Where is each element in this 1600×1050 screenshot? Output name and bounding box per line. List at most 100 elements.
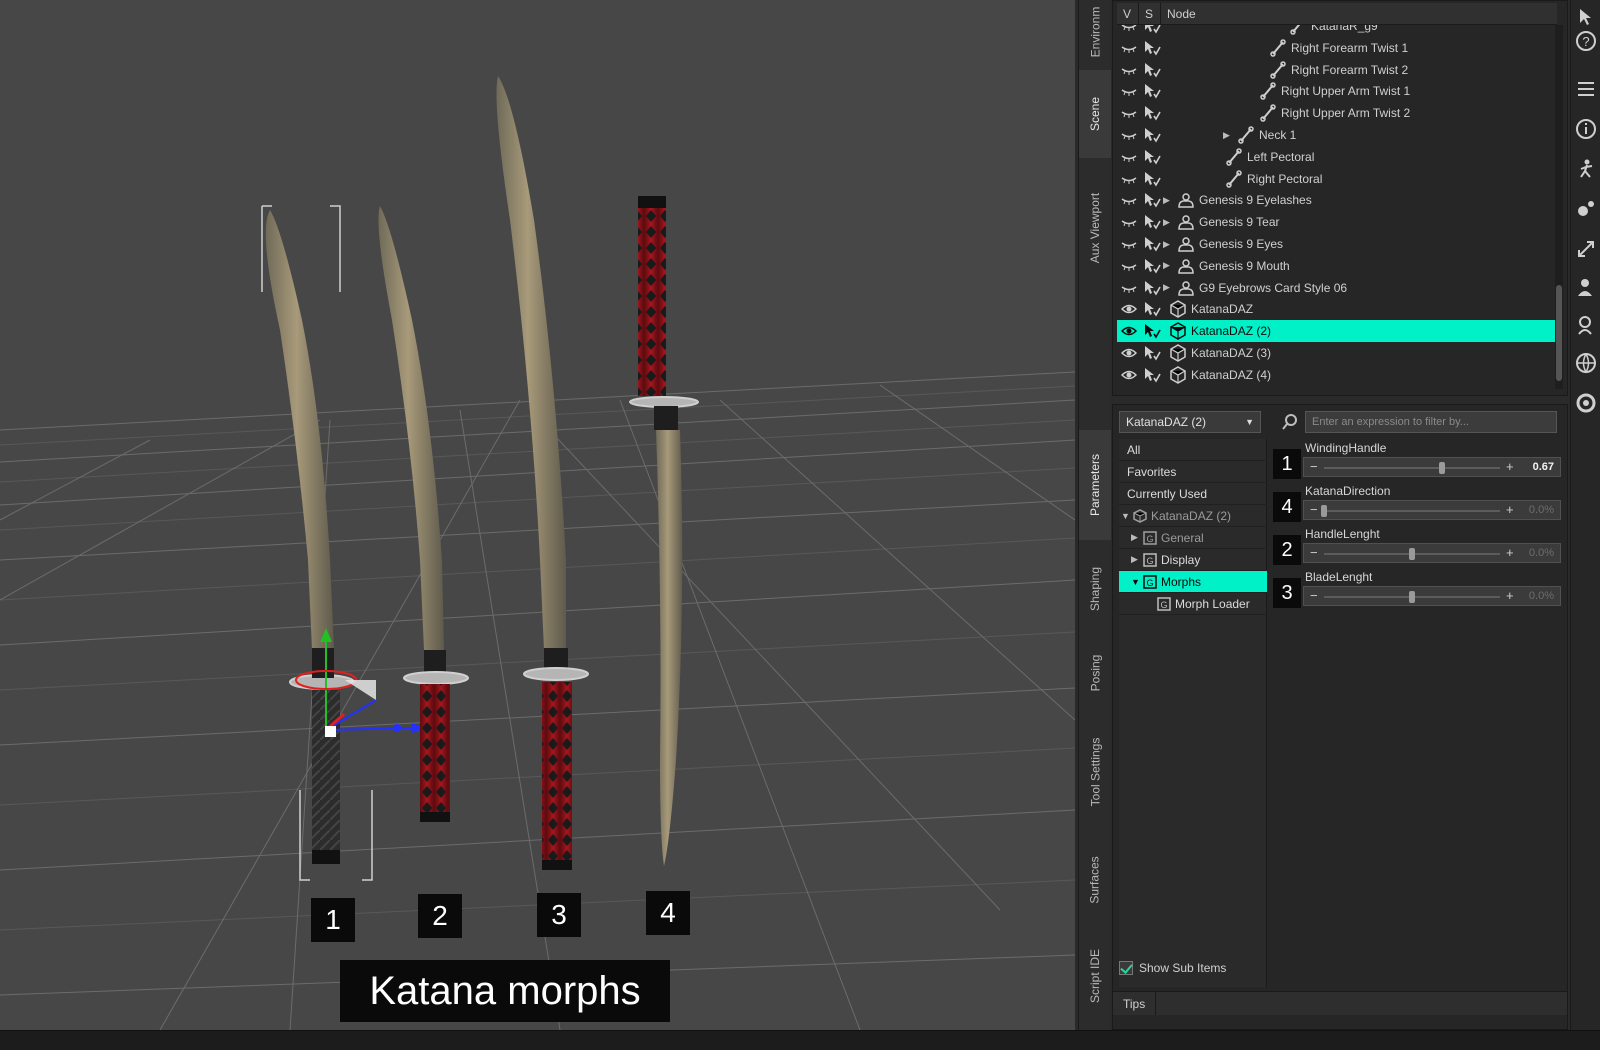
figure-tool-icon[interactable] [1575,276,1597,298]
visibility-eye-icon[interactable] [1121,172,1137,186]
tree-item-general[interactable]: ▶ G General [1119,527,1267,549]
selectable-cursor-icon[interactable] [1143,25,1161,34]
selectable-cursor-icon[interactable] [1143,105,1161,121]
checkbox-checked-icon[interactable] [1119,961,1133,975]
scene-row[interactable]: KatanaDAZ (2) [1117,320,1557,343]
tab-aux-viewport[interactable]: Aux Viewport [1079,166,1111,290]
param-value[interactable]: 0.67 [1533,461,1554,473]
param-slider[interactable]: − + 0.67 [1303,457,1561,477]
expand-arrow-icon[interactable]: ▶ [1163,260,1170,271]
tree-item-morphs[interactable]: ▼ G Morphs [1119,571,1267,593]
expand-arrow-icon[interactable]: ▶ [1223,130,1230,141]
slider-handle[interactable] [1409,591,1415,603]
decrement-button[interactable]: − [1310,545,1318,560]
scene-row[interactable]: ▶ Neck 1 [1117,124,1557,146]
expanded-arrow-icon[interactable]: ▼ [1131,577,1140,587]
scene-row[interactable]: Right Upper Arm Twist 2 [1117,102,1557,124]
help-icon[interactable]: ? [1575,30,1597,52]
selectable-cursor-icon[interactable] [1143,171,1161,187]
selectable-cursor-icon[interactable] [1143,214,1161,230]
select-tool-icon[interactable] [1575,6,1597,28]
tree-item-all[interactable]: All [1119,439,1267,461]
param-slider[interactable]: − + 0.0% [1303,543,1561,563]
header-selectable[interactable]: S [1139,3,1161,24]
scene-row[interactable]: Right Pectoral [1117,168,1557,190]
environment-icon[interactable] [1575,352,1597,374]
scene-row[interactable]: Left Pectoral [1117,146,1557,168]
tab-scene[interactable]: Scene [1079,70,1111,158]
decrement-button[interactable]: − [1310,502,1318,517]
selectable-cursor-icon[interactable] [1143,149,1161,165]
visibility-eye-icon[interactable] [1121,25,1137,33]
tips-tab[interactable]: Tips [1113,992,1157,1015]
tab-script-ide[interactable]: Script IDE [1079,932,1111,1020]
scrollbar-thumb[interactable] [1556,285,1562,381]
tab-tool-settings[interactable]: Tool Settings [1079,716,1111,828]
filter-input[interactable] [1305,411,1557,433]
param-value[interactable]: 0.0% [1529,504,1554,516]
selectable-cursor-icon[interactable] [1143,345,1161,361]
increment-button[interactable]: + [1506,459,1514,474]
selectable-cursor-icon[interactable] [1143,236,1161,252]
tree-item-display[interactable]: ▶ G Display [1119,549,1267,571]
scene-scrollbar[interactable] [1555,25,1563,389]
increment-button[interactable]: + [1506,588,1514,603]
slider-handle[interactable] [1321,505,1327,517]
tab-surfaces[interactable]: Surfaces [1079,836,1111,924]
visibility-eye-icon[interactable] [1121,281,1137,295]
expanded-arrow-icon[interactable]: ▼ [1121,511,1130,521]
visibility-eye-icon[interactable] [1120,302,1138,316]
visibility-eye-icon[interactable] [1121,63,1137,77]
tree-item-currently-used[interactable]: Currently Used [1119,483,1267,505]
visibility-eye-icon[interactable] [1121,150,1137,164]
tab-environment[interactable]: Environm [1079,0,1111,64]
tree-item-favorites[interactable]: Favorites [1119,461,1267,483]
pose-tool-icon[interactable] [1575,158,1597,180]
decrement-button[interactable]: − [1310,459,1318,474]
selectable-cursor-icon[interactable] [1143,323,1161,339]
scene-row[interactable]: ▶ Genesis 9 Eyes [1117,233,1557,255]
header-node[interactable]: Node [1161,3,1557,24]
param-slider[interactable]: − + 0.0% [1303,500,1561,520]
selectable-cursor-icon[interactable] [1143,258,1161,274]
show-sub-items-checkbox[interactable]: Show Sub Items [1119,957,1267,979]
param-value[interactable]: 0.0% [1529,547,1554,559]
scene-row[interactable]: KatanaDAZ [1117,298,1557,320]
selectable-cursor-icon[interactable] [1143,301,1161,317]
node-tool-icon[interactable] [1575,198,1597,220]
list-icon[interactable] [1575,78,1597,100]
selectable-cursor-icon[interactable] [1143,280,1161,296]
selectable-cursor-icon[interactable] [1143,127,1161,143]
visibility-eye-icon[interactable] [1121,259,1137,273]
visibility-eye-icon[interactable] [1120,346,1138,360]
visibility-eye-icon[interactable] [1121,41,1137,55]
node-selector-dropdown[interactable]: KatanaDAZ (2) ▼ [1119,411,1261,433]
transform-tool-icon[interactable] [1575,238,1597,260]
visibility-eye-icon[interactable] [1121,106,1137,120]
scene-row[interactable]: KatanaR_g9 [1117,25,1557,37]
scene-row[interactable]: Right Forearm Twist 2 [1117,59,1557,81]
scene-row[interactable]: Right Upper Arm Twist 1 [1117,80,1557,102]
visibility-eye-icon[interactable] [1121,84,1137,98]
tab-posing[interactable]: Posing [1079,636,1111,710]
tab-parameters[interactable]: Parameters [1079,430,1111,540]
collapsed-arrow-icon[interactable]: ▶ [1131,532,1138,543]
expand-arrow-icon[interactable]: ▶ [1163,195,1170,206]
expand-arrow-icon[interactable]: ▶ [1163,282,1170,293]
tree-item-morph-loader[interactable]: G Morph Loader [1119,593,1267,615]
tree-item-node[interactable]: ▼ KatanaDAZ (2) [1119,505,1267,527]
selectable-cursor-icon[interactable] [1143,62,1161,78]
face-tool-icon[interactable] [1575,314,1597,336]
tab-shaping[interactable]: Shaping [1079,548,1111,630]
scene-row[interactable]: ▶ Genesis 9 Tear [1117,211,1557,233]
scene-row[interactable]: KatanaDAZ (4) [1117,364,1557,386]
visibility-eye-icon[interactable] [1120,368,1138,382]
visibility-eye-icon[interactable] [1121,193,1137,207]
selectable-cursor-icon[interactable] [1143,40,1161,56]
scene-row[interactable]: ▶ Genesis 9 Eyelashes [1117,189,1557,211]
scene-row[interactable]: Right Forearm Twist 1 [1117,37,1557,59]
header-visible[interactable]: V [1117,3,1139,24]
scene-row[interactable]: KatanaDAZ (3) [1117,342,1557,364]
visibility-eye-icon[interactable] [1120,324,1138,338]
scene-row[interactable]: ▶ Genesis 9 Mouth [1117,255,1557,277]
